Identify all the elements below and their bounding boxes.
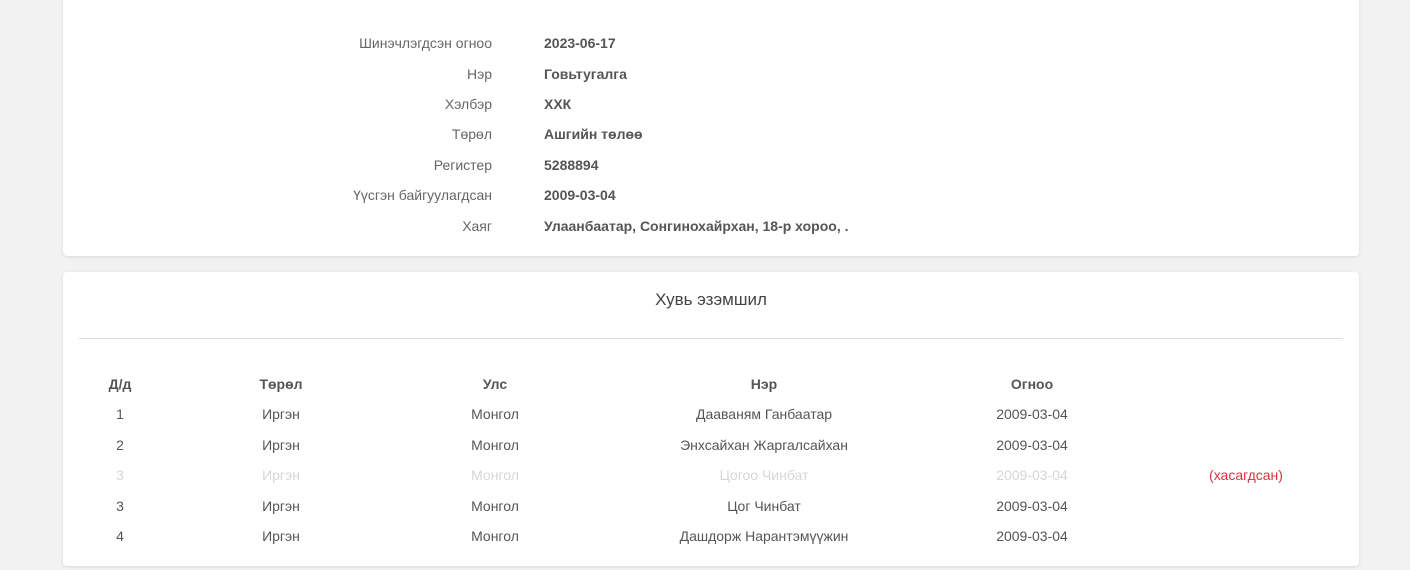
info-row-form: Хэлбэр ХХК (63, 94, 1359, 114)
info-label: Регистер (433, 157, 492, 173)
cell-no: 3 (116, 498, 124, 514)
table-header: Д/д Төрөл Улс Нэр Огноо (63, 374, 1359, 394)
cell-type: Иргэн (262, 498, 300, 514)
column-header-country: Улс (482, 376, 508, 392)
cell-country: Монгол (471, 406, 519, 422)
table-row: 2 Иргэн Монгол Энхсайхан Жаргалсайхан 20… (63, 435, 1359, 455)
divider (79, 338, 1343, 339)
removed-status-label: (хасагдсан) (1209, 467, 1283, 483)
cell-type: Иргэн (262, 406, 300, 422)
info-label: Үүсгэн байгуулагдсан (353, 187, 492, 203)
cell-name: Энхсайхан Жаргалсайхан (680, 437, 848, 453)
table-row: 4 Иргэн Монгол Дашдорж Нарантэмүүжин 200… (63, 526, 1359, 546)
cell-type: Иргэн (262, 437, 300, 453)
cell-no: 2 (116, 437, 124, 453)
info-value: 5288894 (544, 157, 599, 173)
info-label: Нэр (466, 66, 492, 82)
info-row-name: Нэр Говьтугалга (63, 64, 1359, 84)
info-row-updated: Шинэчлэгдсэн огноо 2023-06-17 (63, 33, 1359, 53)
table-row: 1 Иргэн Монгол Дааваням Ганбаатар 2009-0… (63, 404, 1359, 424)
cell-name: Дашдорж Нарантэмүүжин (679, 528, 849, 544)
ownership-card: Хувь эзэмшил Д/д Төрөл Улс Нэр Огноо 1 И… (63, 272, 1359, 566)
cell-name: Цог Чинбат (727, 498, 801, 514)
cell-date: 2009-03-04 (996, 467, 1068, 483)
column-header-name: Нэр (750, 376, 778, 392)
info-value: 2023-06-17 (544, 35, 616, 51)
cell-name: Цогоо Чинбат (719, 467, 809, 483)
info-label: Хэлбэр (444, 96, 492, 112)
cell-date: 2009-03-04 (996, 498, 1068, 514)
cell-country: Монгол (471, 498, 519, 514)
info-row-founded: Үүсгэн байгуулагдсан 2009-03-04 (63, 185, 1359, 205)
column-header-type: Төрөл (259, 376, 303, 392)
cell-type: Иргэн (262, 528, 300, 544)
cell-country: Монгол (471, 437, 519, 453)
cell-no: 4 (116, 528, 124, 544)
cell-country: Монгол (471, 467, 519, 483)
cell-date: 2009-03-04 (996, 437, 1068, 453)
info-value: Ашгийн төлөө (544, 126, 643, 142)
info-value: ХХК (544, 96, 572, 112)
cell-type: Иргэн (262, 467, 300, 483)
info-value: 2009-03-04 (544, 187, 616, 203)
cell-date: 2009-03-04 (996, 406, 1068, 422)
info-row-type: Төрөл Ашгийн төлөө (63, 124, 1359, 144)
info-label: Төрөл (451, 126, 492, 142)
info-value: Говьтугалга (544, 66, 627, 82)
info-row-address: Хаяг Улаанбаатар, Сонгинохайрхан, 18-р х… (63, 216, 1359, 236)
info-label: Хаяг (462, 218, 492, 234)
company-info-card: Шинэчлэгдсэн огноо 2023-06-17 Нэр Говьту… (63, 0, 1359, 256)
section-title: Хувь эзэмшил (655, 290, 767, 309)
cell-country: Монгол (471, 528, 519, 544)
cell-no: 3 (116, 467, 124, 483)
cell-name: Дааваням Ганбаатар (695, 406, 833, 422)
column-header-no: Д/д (108, 376, 132, 392)
info-row-register: Регистер 5288894 (63, 155, 1359, 175)
table-row-removed: 3 Иргэн Монгол Цогоо Чинбат 2009-03-04 (… (63, 465, 1359, 485)
info-value: Улаанбаатар, Сонгинохайрхан, 18-р хороо,… (544, 218, 849, 234)
info-label: Шинэчлэгдсэн огноо (359, 35, 492, 51)
cell-date: 2009-03-04 (996, 528, 1068, 544)
cell-no: 1 (116, 406, 124, 422)
column-header-date: Огноо (1010, 376, 1054, 392)
table-row: 3 Иргэн Монгол Цог Чинбат 2009-03-04 (63, 496, 1359, 516)
